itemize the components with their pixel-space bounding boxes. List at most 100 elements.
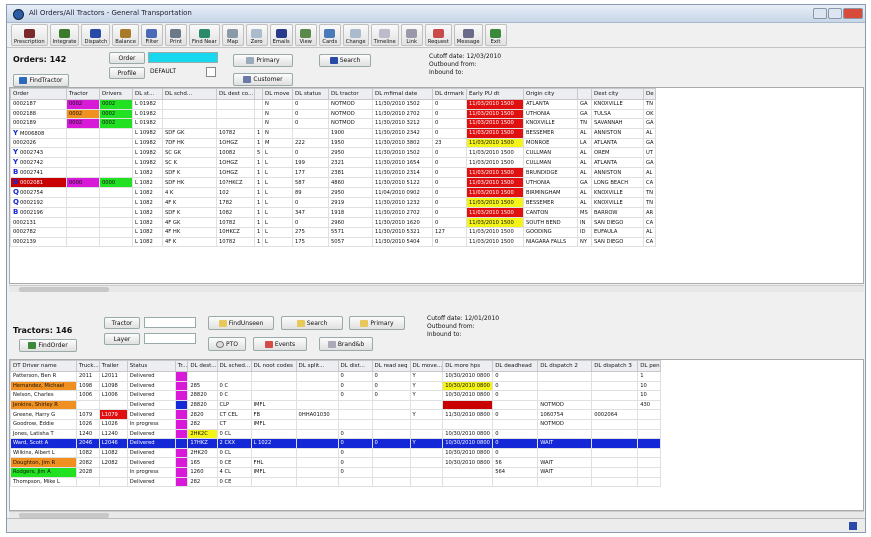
table-row[interactable]: 0002026 L 10982 7DF HK 1OHGZ 1 M 222 1950 11/30/… (10, 137, 656, 149)
tractor-search-input[interactable] (144, 317, 196, 328)
customer-button[interactable]: Customer (233, 73, 293, 86)
toolbar-link-button[interactable]: Link (400, 24, 423, 46)
search-button[interactable]: Search (319, 54, 371, 67)
column-header[interactable]: Drivers (99, 88, 133, 100)
column-header[interactable]: Dest city (591, 88, 644, 100)
table-row[interactable]: 0002188 0002 0002 L 01982 N 0 NOTMOD 11/30/2010… (10, 108, 656, 120)
orders-horizontal-scrollbar[interactable] (9, 285, 864, 292)
table-row[interactable]: Ward, Scott A 2046 L2046 Delivered 17HKZ 2 CK… (10, 438, 661, 449)
column-header[interactable]: DL dist... (337, 360, 373, 372)
table-row[interactable]: 0002782 L 1082 4F HK 10HKCZ 1 L 275 5571 11/30/2… (10, 226, 656, 238)
column-header[interactable] (254, 88, 263, 100)
column-header[interactable]: DL move (262, 88, 293, 100)
column-header[interactable]: Origin city (523, 88, 578, 100)
column-header[interactable]: DL dest co... (216, 88, 255, 100)
toolbar-message-button[interactable]: Message (453, 24, 483, 46)
toolbar-timeline-button[interactable]: Timeline (370, 24, 399, 46)
table-row[interactable]: Goodrow, Eddie 1026 L1026 In progress 282 CT I… (10, 418, 661, 430)
table-row[interactable]: B 0002741 L 1082 SDF K 1OHGZ 1 L 177 2381 11/30/2… (10, 167, 656, 179)
maximize-button[interactable] (828, 8, 842, 19)
minimize-button[interactable] (813, 8, 827, 19)
column-header[interactable]: Status (126, 360, 176, 372)
column-header[interactable]: Tractor (66, 88, 100, 100)
table-row[interactable]: B 0002081 0000 0000 L 1082 SDF HK 10?HKCZ 1 L 587… (10, 177, 656, 189)
table-row[interactable]: Y 0002742 L 10982 SC K 1OHGZ 1 L 199 2321 11/30/2… (10, 157, 656, 169)
close-button[interactable] (843, 8, 863, 19)
tractors-horizontal-scrollbar[interactable] (9, 511, 864, 518)
table-row[interactable]: Y M006808 L 10982 SDF GK 10782 1 N 1900 11/30/20… (10, 127, 656, 139)
layer-button[interactable]: Layer (104, 333, 140, 345)
column-header[interactable]: De (643, 88, 656, 100)
column-header[interactable]: DL status (292, 88, 329, 100)
table-row[interactable]: Jones, Latisha T 1240 L1240 Delivered 2HK2C 0… (10, 428, 661, 440)
table-row[interactable]: 0002131 L 1082 4F GK 10782 1 L 0 2960 11/30/2010… (10, 217, 656, 228)
column-header[interactable]: DL dest... (187, 360, 218, 372)
table-row[interactable]: Nelson, Charles 1006 L1006 Delivered 28820 0 … (10, 390, 661, 401)
orders-scroll-thumb[interactable] (19, 287, 109, 292)
toolbar-change-button[interactable]: Change (342, 24, 369, 46)
column-header[interactable]: DL noot codes (250, 360, 297, 372)
table-row[interactable]: B 0002196 L 1082 SDF K 1082 1 L 347 1918 11/30/20… (10, 207, 656, 219)
tractor-primary-button[interactable]: Primary (349, 316, 405, 330)
table-row[interactable]: Jenkins, Shirley R Delivered 28820 CLP IMFL N… (10, 399, 661, 411)
tractor-button[interactable]: Tractor (104, 317, 140, 329)
toolbar-balance-button[interactable]: Balance (112, 24, 139, 46)
toolbar-exit-button[interactable]: Exit (484, 24, 507, 46)
table-row[interactable]: Hernandez, Michael 1098 L1098 Delivered 285 0… (10, 380, 661, 392)
table-row[interactable]: Wilkins, Albert L 1082 L1082 Delivered 2HK20… (10, 447, 661, 459)
toolbar-print-button[interactable]: Print (164, 24, 187, 46)
column-header[interactable]: DL move... (409, 360, 444, 372)
brand-button[interactable]: Brand&b (319, 337, 373, 351)
order-button[interactable]: Order (109, 52, 145, 64)
toolbar-integrate-button[interactable]: Integrate (49, 24, 80, 46)
layer-input[interactable] (144, 333, 196, 344)
toolbar-prescription-button[interactable]: Prescription (11, 24, 48, 46)
table-row[interactable]: 0002189 0002 0002 L 01982 N 0 NOTMOD 11/30/2010… (10, 118, 656, 129)
pto-button[interactable]: PTO (208, 337, 246, 351)
table-row[interactable]: Doughton, Jim R 2082 L2082 Delivered 165 0 CE… (10, 457, 661, 468)
tractor-search-button[interactable]: Search (281, 316, 343, 330)
find-tractor-button[interactable]: FindTractor (13, 74, 69, 87)
toolbar-find-near-button[interactable]: Find Near (188, 24, 220, 46)
table-row[interactable]: 0002139 L 1082 4F K 10782 1 L 175 5057 11/30/201… (10, 236, 656, 248)
toolbar-emails-button[interactable]: Emails (269, 24, 293, 46)
toolbar-zero-button[interactable]: Zero (245, 24, 268, 46)
profile-dropdown-icon[interactable] (206, 67, 216, 77)
table-row[interactable]: Y 0002743 L 10982 SC GK 10082 5 L 0 2950 11/30/20… (10, 147, 656, 159)
column-header[interactable]: DL st... (132, 88, 163, 100)
toolbar-dispatch-button[interactable]: Dispatch (81, 24, 111, 46)
column-header[interactable] (577, 88, 592, 100)
column-header[interactable]: DT Driver name (10, 360, 77, 372)
find-unseen-button[interactable]: FindUnseen (208, 316, 274, 330)
column-header[interactable]: Early PU dt (466, 88, 524, 100)
column-header[interactable]: DL dispatch 2 (537, 360, 593, 372)
toolbar-cards-button[interactable]: Cards (318, 24, 341, 46)
column-header[interactable]: Tr... (174, 360, 189, 372)
table-row[interactable]: Q0002192 L 1082 4F K 1782 1 L 0 2919 11/30/2010 … (10, 197, 656, 209)
primary-button[interactable]: Primary (233, 54, 293, 67)
toolbar-view-button[interactable]: View (294, 24, 317, 46)
column-header[interactable]: DL dispatch 3 (591, 360, 639, 372)
toolbar-filter-button[interactable]: Filter (140, 24, 163, 46)
toolbar-request-button[interactable]: Request (424, 24, 452, 46)
table-row[interactable]: Q0002754 L 1082 4 K 102 1 L 89 2950 11/04/2010 0… (10, 187, 656, 199)
column-header[interactable]: DL mfimal date (372, 88, 433, 100)
profile-button[interactable]: Profile (109, 67, 145, 79)
table-row[interactable]: 0002187 0002 0002 L 01982 N 0 NOTMOD 11/30/2010… (10, 99, 656, 110)
table-row[interactable]: Thompson, Mike L Delivered 282 0 CE (10, 476, 661, 488)
column-header[interactable]: DL schd... (162, 88, 217, 100)
order-search-input[interactable] (148, 52, 218, 63)
table-row[interactable]: Rodgers, Jim A 2028 In progress 1260 4 CL IMF… (10, 466, 661, 478)
table-row[interactable]: Patterson, Ben R 2011 L2011 Delivered 0 0 Y 10/… (10, 371, 661, 382)
column-header[interactable]: Trailer (98, 360, 128, 372)
column-header[interactable]: DL more hps (442, 360, 494, 372)
column-header[interactable]: DL read seq (371, 360, 411, 372)
column-header[interactable]: DL split... (295, 360, 339, 372)
column-header[interactable]: DL tractor (328, 88, 373, 100)
table-row[interactable]: Greene, Harry G 1079 L1079 Delivered 2820 CT … (10, 409, 661, 420)
column-header[interactable]: DL drmark (432, 88, 467, 100)
events-button[interactable]: Events (253, 337, 307, 351)
column-header[interactable]: DL deadhead (492, 360, 539, 372)
toolbar-map-button[interactable]: Map (221, 24, 244, 46)
column-header[interactable]: Order (10, 88, 67, 100)
